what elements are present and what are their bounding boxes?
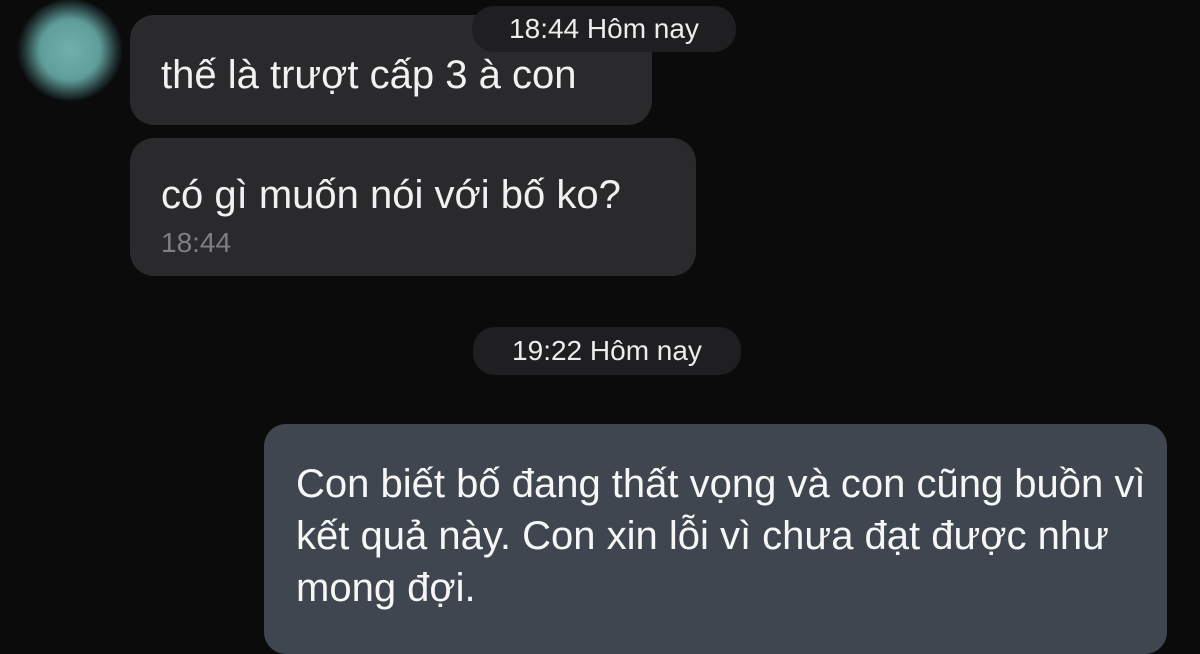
incoming-message-bubble[interactable]: có gì muốn nói với bố ko? 18:44 bbox=[130, 138, 696, 276]
date-separator: 19:22 Hôm nay bbox=[473, 327, 741, 375]
message-timestamp: 18:44 bbox=[161, 227, 232, 258]
message-text: có gì muốn nói với bố ko? bbox=[161, 173, 621, 217]
message-text: thế là trượt cấp 3 à con bbox=[161, 53, 577, 97]
message-text: Con biết bố đang thất vọng và con cũng b… bbox=[296, 462, 1146, 610]
date-separator: 18:44 Hôm nay bbox=[472, 6, 736, 52]
outgoing-message-bubble[interactable]: Con biết bố đang thất vọng và con cũng b… bbox=[264, 424, 1167, 654]
contact-avatar[interactable] bbox=[18, 0, 122, 100]
